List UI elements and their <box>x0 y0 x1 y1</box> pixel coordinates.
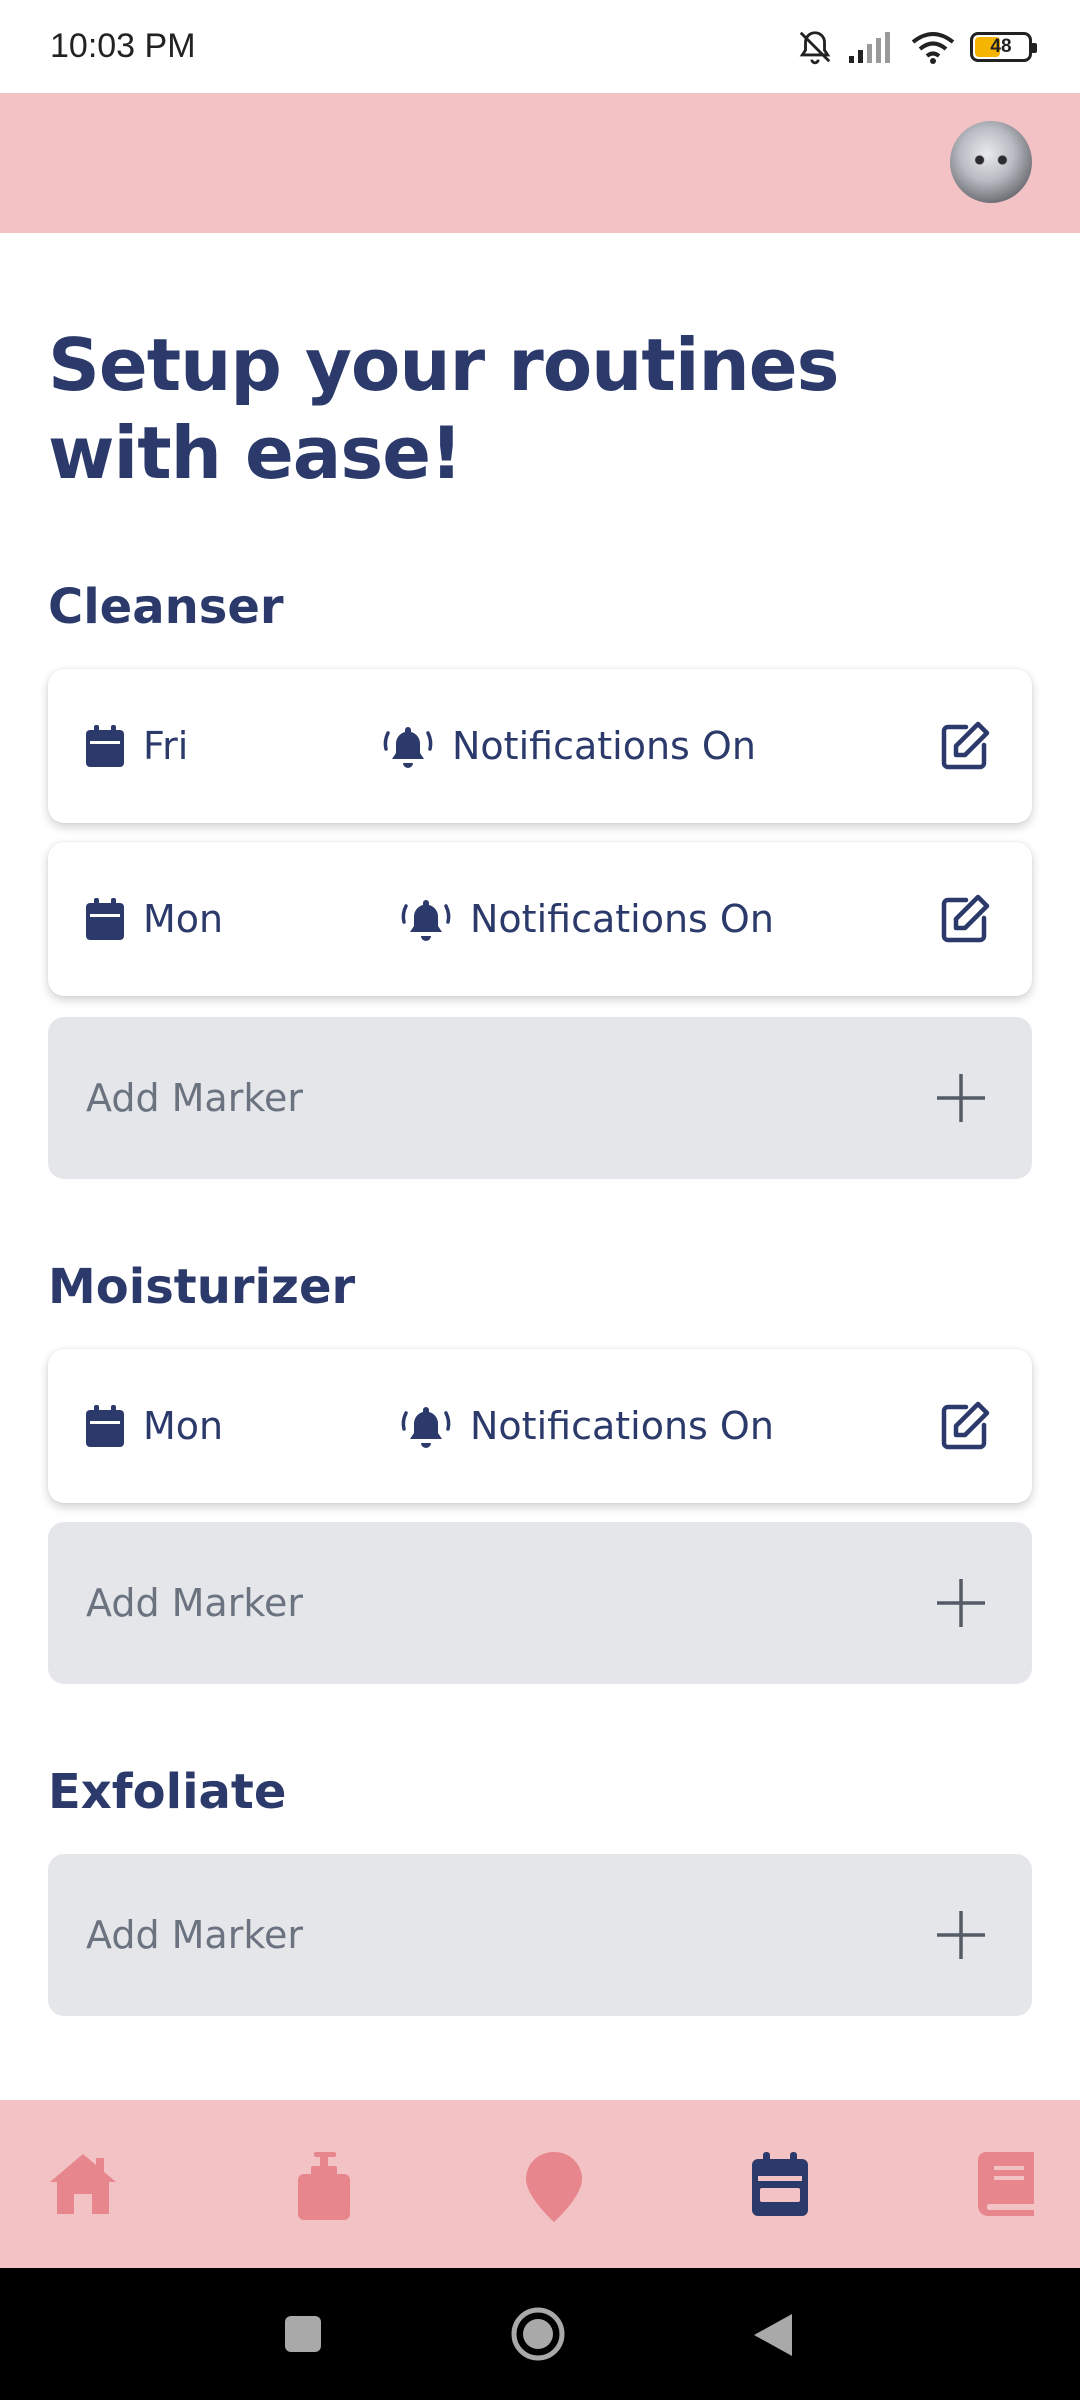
calendar-icon <box>86 1405 124 1447</box>
notification-status: Notifications On <box>382 723 756 769</box>
plus-icon <box>937 1074 985 1122</box>
add-marker-button[interactable]: Add Marker <box>48 1522 1032 1684</box>
notification-label: Notifications On <box>470 897 774 941</box>
marker-day: Fri <box>143 724 189 768</box>
edit-icon[interactable] <box>938 719 992 773</box>
top-app-bar <box>0 93 1080 233</box>
add-marker-label: Add Marker <box>86 1581 303 1625</box>
section-title-cleanser: Cleanser <box>48 579 284 635</box>
add-marker-button[interactable]: Add Marker <box>48 1017 1032 1179</box>
user-avatar[interactable] <box>950 121 1032 203</box>
add-marker-button[interactable]: Add Marker <box>48 1854 1032 2016</box>
edit-icon[interactable] <box>938 892 992 946</box>
plus-icon <box>937 1911 985 1959</box>
calendar-icon <box>86 898 124 940</box>
notification-status: Notifications On <box>400 1403 774 1449</box>
add-marker-label: Add Marker <box>86 1913 303 1957</box>
section-title-moisturizer: Moisturizer <box>48 1259 356 1315</box>
status-icons: 48 <box>796 28 1037 66</box>
bottom-nav <box>0 2100 1080 2268</box>
recent-apps-icon[interactable] <box>283 2314 323 2354</box>
marker-day: Mon <box>143 897 224 941</box>
system-nav-bar <box>0 2268 1080 2400</box>
battery-level: 48 <box>990 35 1012 57</box>
location-pin-icon[interactable] <box>526 2152 582 2222</box>
page-title: Setup your routines with ease! <box>48 323 839 495</box>
calendar-icon <box>86 725 124 767</box>
marker-card: Mon Notifications On <box>48 1349 1032 1503</box>
notification-label: Notifications On <box>470 1404 774 1448</box>
status-time: 10:03 PM <box>50 27 196 65</box>
back-icon[interactable] <box>752 2312 794 2358</box>
book-icon[interactable] <box>978 2152 1034 2216</box>
home-circle-icon[interactable] <box>510 2306 566 2362</box>
notification-status: Notifications On <box>400 896 774 942</box>
notification-label: Notifications On <box>452 724 756 768</box>
battery-indicator: 48 <box>970 31 1037 62</box>
status-bar: 10:03 PM 48 <box>0 0 1080 93</box>
home-icon[interactable] <box>48 2152 118 2216</box>
plus-icon <box>937 1579 985 1627</box>
bell-ringing-icon <box>401 1407 451 1448</box>
section-title-exfoliate: Exfoliate <box>48 1764 287 1820</box>
product-bottle-icon[interactable] <box>296 2152 352 2220</box>
marker-card: Fri Notifications On <box>48 669 1032 823</box>
marker-card: Mon Notifications On <box>48 842 1032 996</box>
signal-icon <box>849 31 890 63</box>
marker-day: Mon <box>143 1404 224 1448</box>
add-marker-label: Add Marker <box>86 1076 303 1120</box>
mute-bell-icon <box>799 30 831 64</box>
bell-ringing-icon <box>383 727 433 768</box>
wifi-icon <box>911 31 955 64</box>
edit-icon[interactable] <box>938 1399 992 1453</box>
main-content: Setup your routines with ease! Cleanser … <box>48 233 1032 2016</box>
bell-ringing-icon <box>401 900 451 941</box>
calendar-icon[interactable] <box>752 2152 808 2216</box>
